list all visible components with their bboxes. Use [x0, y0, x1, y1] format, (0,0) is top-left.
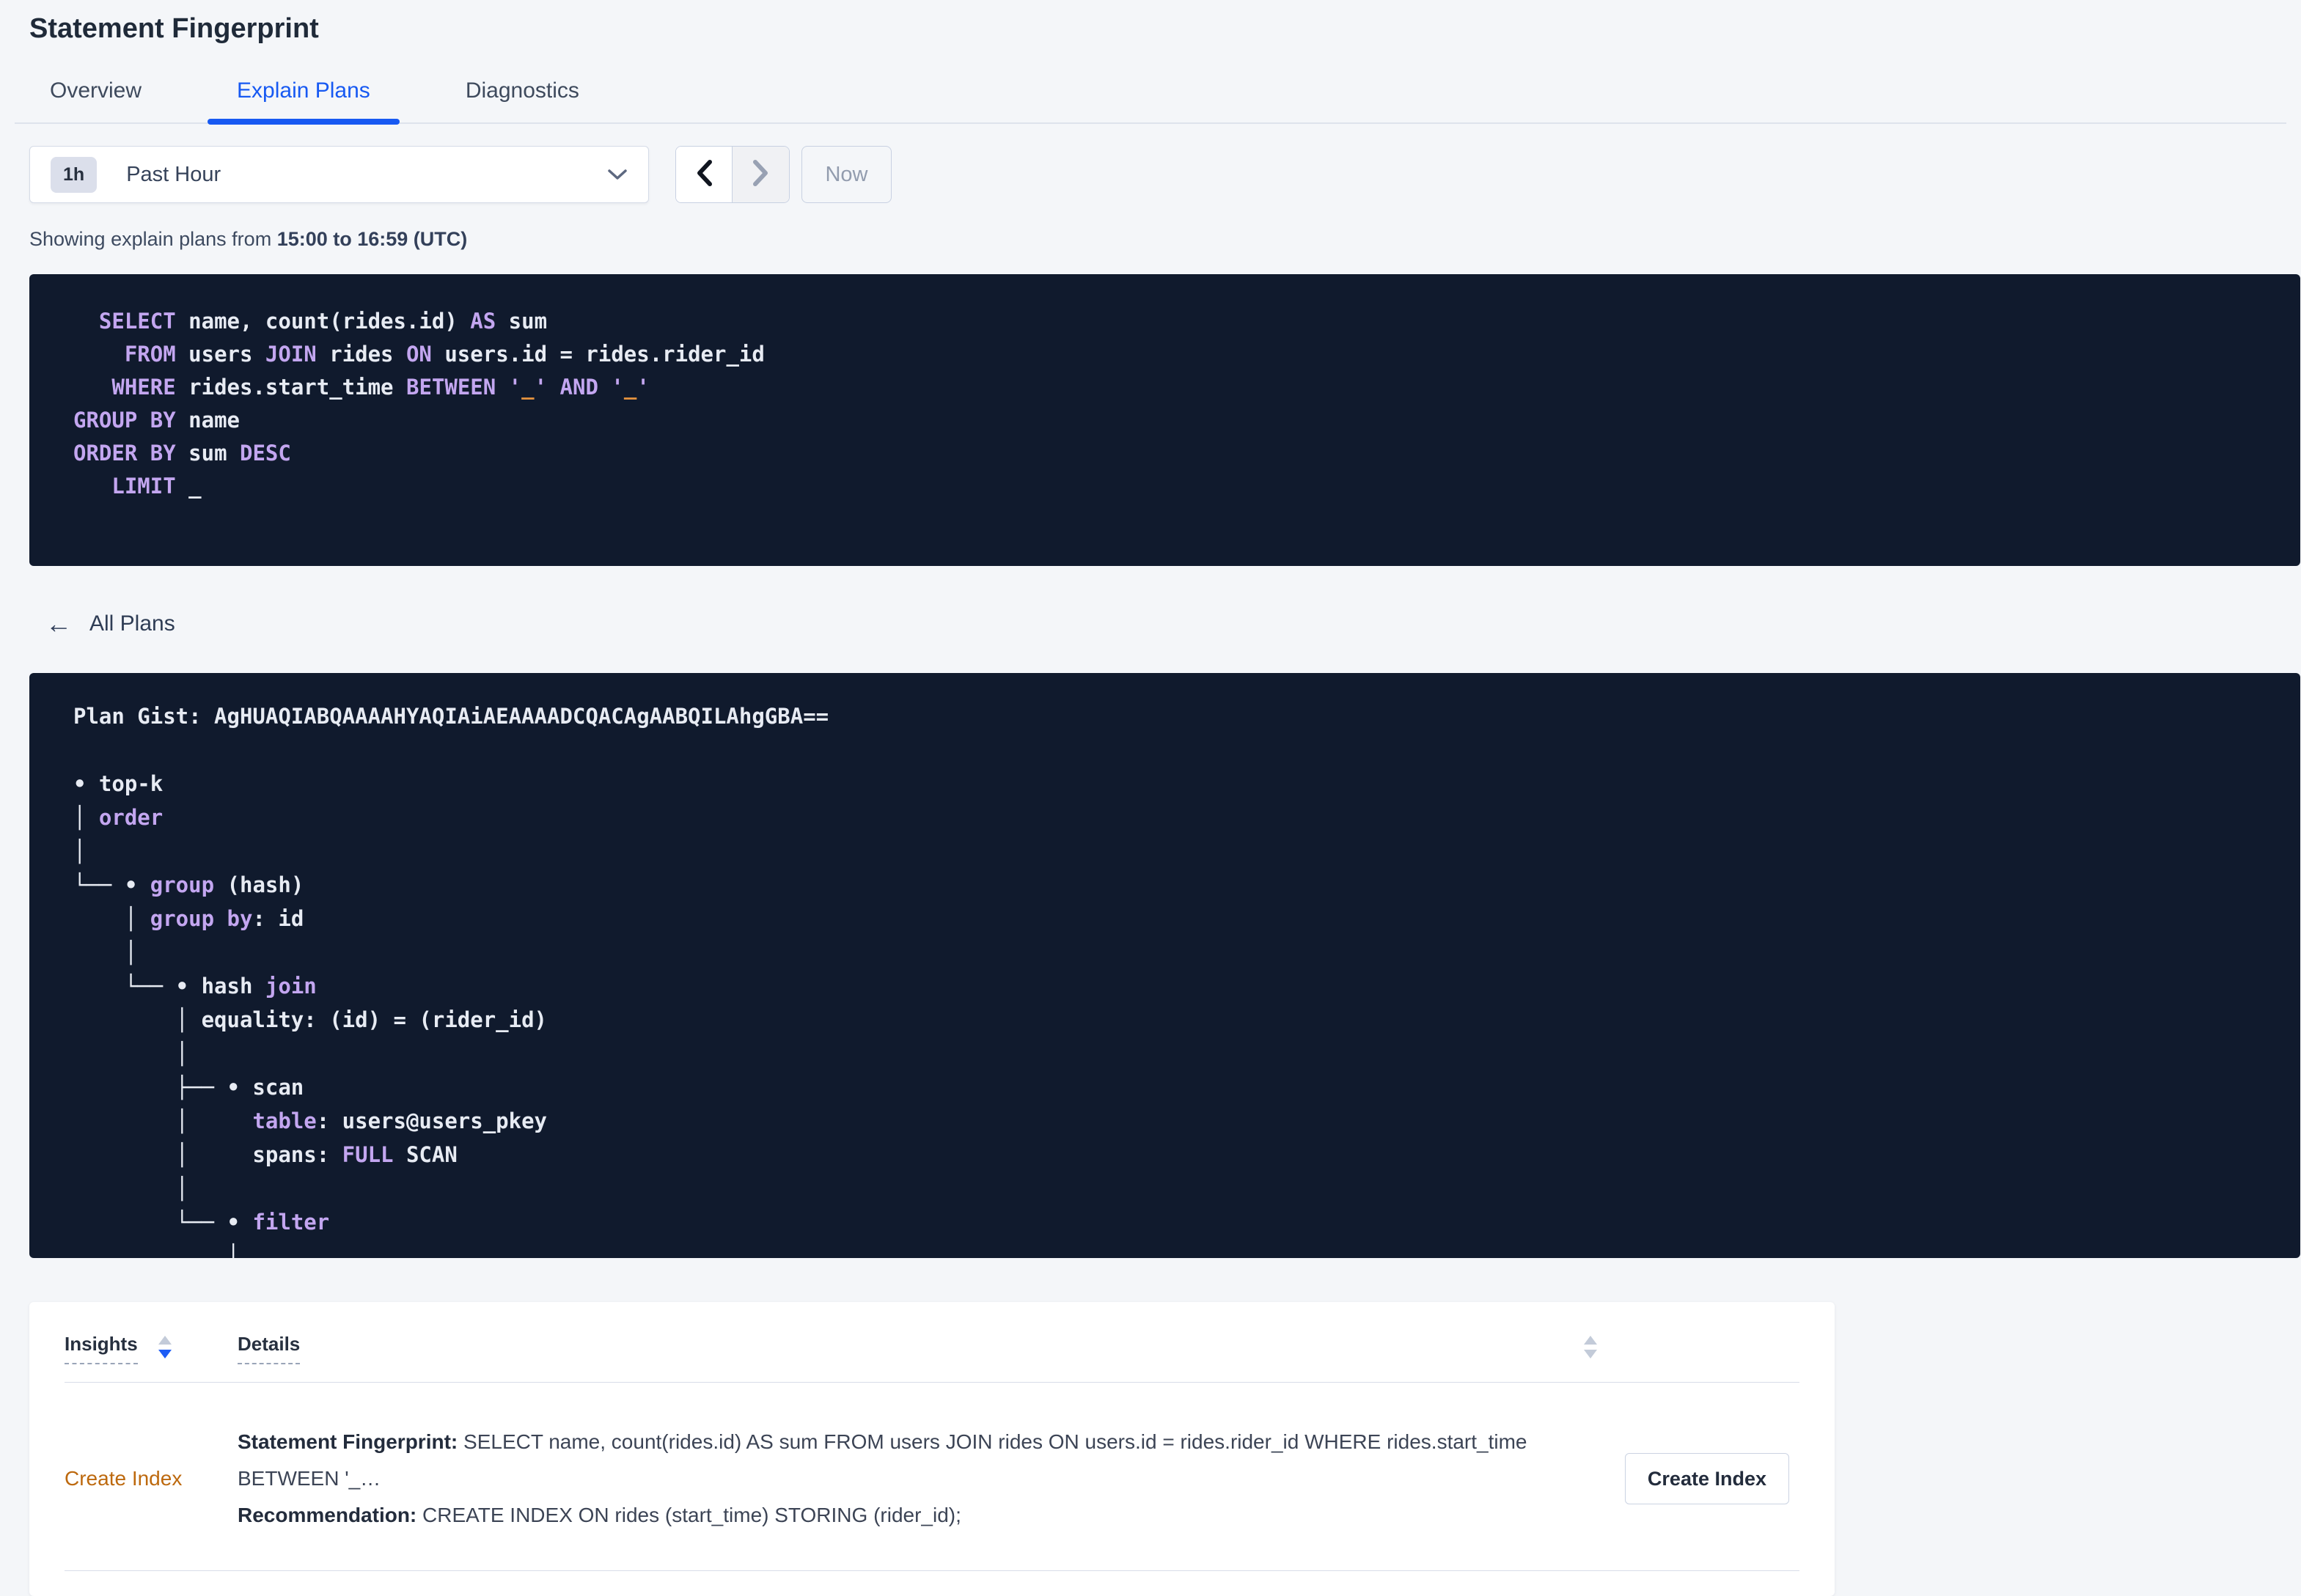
details-column-label[interactable]: Details: [238, 1333, 301, 1364]
now-button[interactable]: Now: [801, 146, 892, 203]
time-range-label: Past Hour: [126, 162, 221, 186]
insights-table-header: Insights Details: [65, 1302, 1799, 1364]
sort-icon-insights[interactable]: [158, 1336, 172, 1358]
showing-range-bold: 15:00 to 16:59 (UTC): [276, 228, 468, 250]
chevron-down-icon: [607, 169, 628, 180]
insights-table: Insights Details Create Index Statement …: [29, 1302, 1835, 1596]
insights-column-header: Insights: [65, 1333, 238, 1364]
back-arrow-icon: ←: [45, 608, 72, 639]
chevron-right-icon: [752, 158, 771, 191]
recommendation-line: Recommendation: CREATE INDEX ON rides (s…: [238, 1497, 1603, 1534]
time-toolbar: 1h Past Hour Now: [29, 146, 2286, 203]
plan-gist-block: Plan Gist: AgHUAQIABQAAAAHYAQIAiAEAAAADC…: [29, 673, 2300, 1258]
chevron-left-icon: [694, 158, 713, 191]
tab-bar: Overview Explain Plans Diagnostics: [15, 78, 2286, 125]
showing-range-text: Showing explain plans from 15:00 to 16:5…: [29, 228, 2286, 251]
next-time-button[interactable]: [733, 147, 789, 202]
create-index-button[interactable]: Create Index: [1624, 1453, 1789, 1504]
sort-up-triangle: [1584, 1336, 1597, 1345]
recommendation-label: Recommendation:: [238, 1504, 417, 1526]
showing-range-prefix: Showing explain plans from: [29, 228, 277, 250]
sort-down-triangle: [158, 1350, 172, 1358]
tab-overview[interactable]: Overview: [21, 78, 171, 122]
previous-time-button[interactable]: [676, 147, 733, 202]
sort-down-triangle: [1584, 1350, 1597, 1358]
page-title: Statement Fingerprint: [29, 13, 319, 44]
time-range-badge: 1h: [51, 156, 98, 193]
table-card-footer: [65, 1571, 1799, 1596]
insight-details-cell: Statement Fingerprint: SELECT name, coun…: [238, 1424, 1603, 1534]
statement-fingerprint-line: Statement Fingerprint: SELECT name, coun…: [238, 1424, 1603, 1497]
sort-icon-details[interactable]: [1584, 1336, 1597, 1358]
tab-diagnostics[interactable]: Diagnostics: [436, 78, 609, 122]
details-column-header: Details: [238, 1333, 1799, 1364]
sql-statement-block: SELECT name, count(rides.id) AS sum FROM…: [29, 274, 2300, 566]
sort-up-triangle: [158, 1336, 172, 1345]
insights-column-label[interactable]: Insights: [65, 1333, 138, 1364]
tab-explain-plans[interactable]: Explain Plans: [208, 78, 400, 125]
time-nav-group: [675, 146, 790, 203]
recommendation-text: CREATE INDEX ON rides (start_time) STORI…: [416, 1504, 961, 1526]
statement-fingerprint-label: Statement Fingerprint:: [238, 1430, 458, 1453]
all-plans-back-link[interactable]: ← All Plans: [45, 608, 175, 639]
all-plans-label: All Plans: [89, 611, 175, 636]
table-row: Create Index Statement Fingerprint: SELE…: [65, 1383, 1799, 1570]
insight-type-link[interactable]: Create Index: [65, 1467, 238, 1490]
time-range-select[interactable]: 1h Past Hour: [29, 146, 649, 203]
statement-fingerprint-page: Statement Fingerprint Overview Explain P…: [0, 0, 2301, 1596]
